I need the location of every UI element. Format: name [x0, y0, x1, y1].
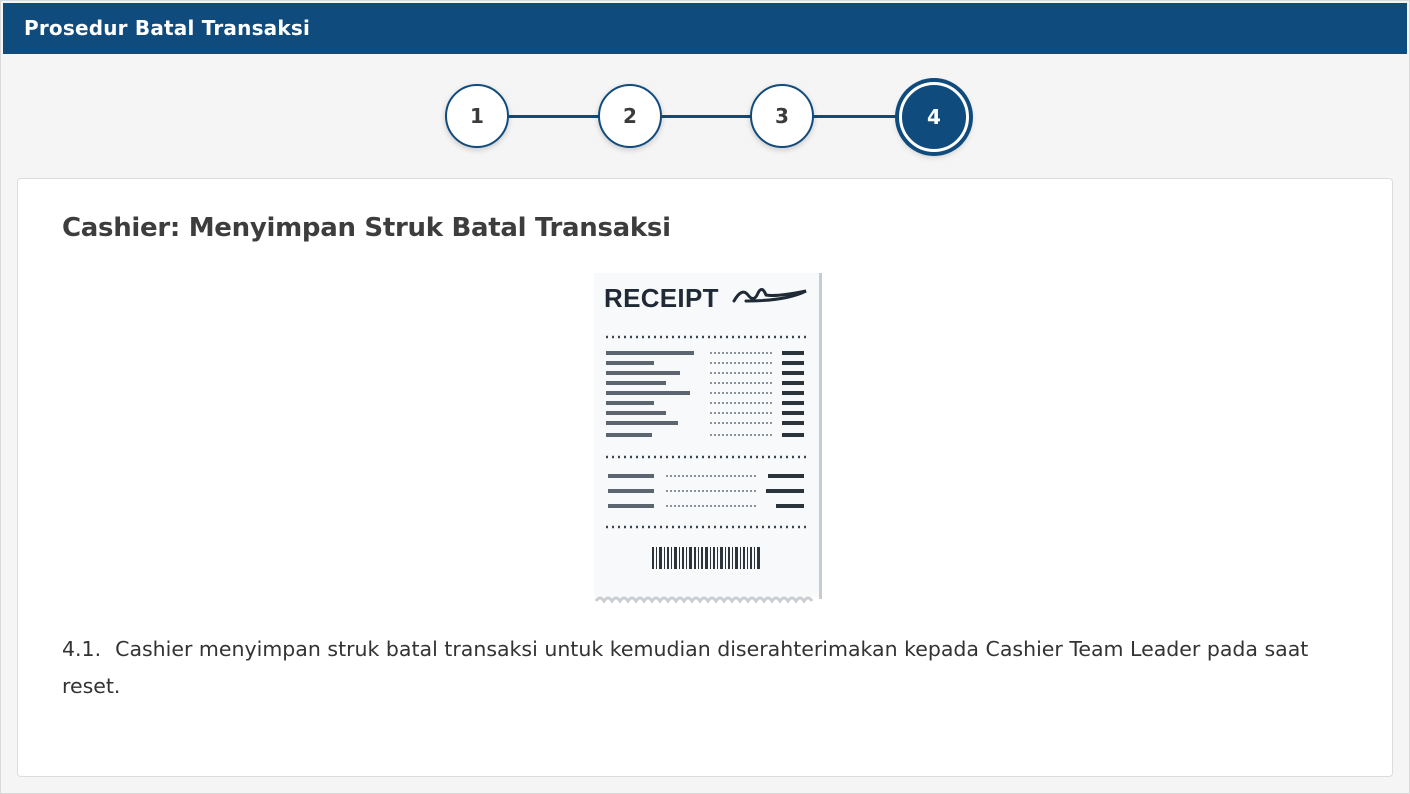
- receipt-title-text: RECEIPT: [604, 283, 719, 313]
- receipt-illustration: RECEIPT: [592, 271, 824, 605]
- content-card: Cashier: Menyimpan Struk Batal Transaksi…: [17, 178, 1393, 777]
- step-3-button[interactable]: 3: [750, 84, 814, 148]
- step-4-button-active[interactable]: 4: [899, 82, 969, 152]
- header-bar: Prosedur Batal Transaksi: [3, 3, 1407, 54]
- step-connector: [509, 115, 599, 118]
- instruction-paragraph: 4.1. Cashier menyimpan struk batal transa…: [62, 631, 1352, 705]
- step-connector: [813, 115, 903, 118]
- step-connector: [661, 115, 751, 118]
- receipt-image: RECEIPT: [594, 273, 822, 604]
- section-heading: Cashier: Menyimpan Struk Batal Transaksi: [62, 213, 671, 243]
- step-1-button[interactable]: 1: [445, 84, 509, 148]
- step-2-button[interactable]: 2: [598, 84, 662, 148]
- item-number: 4.1.: [62, 637, 102, 661]
- step-indicator: 1 2 3 4: [1, 55, 1409, 175]
- app-window: Prosedur Batal Transaksi 1 2 3 4 Cashier…: [0, 0, 1410, 794]
- page-title: Prosedur Batal Transaksi: [24, 16, 311, 40]
- item-text: Cashier menyimpan struk batal transaksi …: [62, 637, 1309, 698]
